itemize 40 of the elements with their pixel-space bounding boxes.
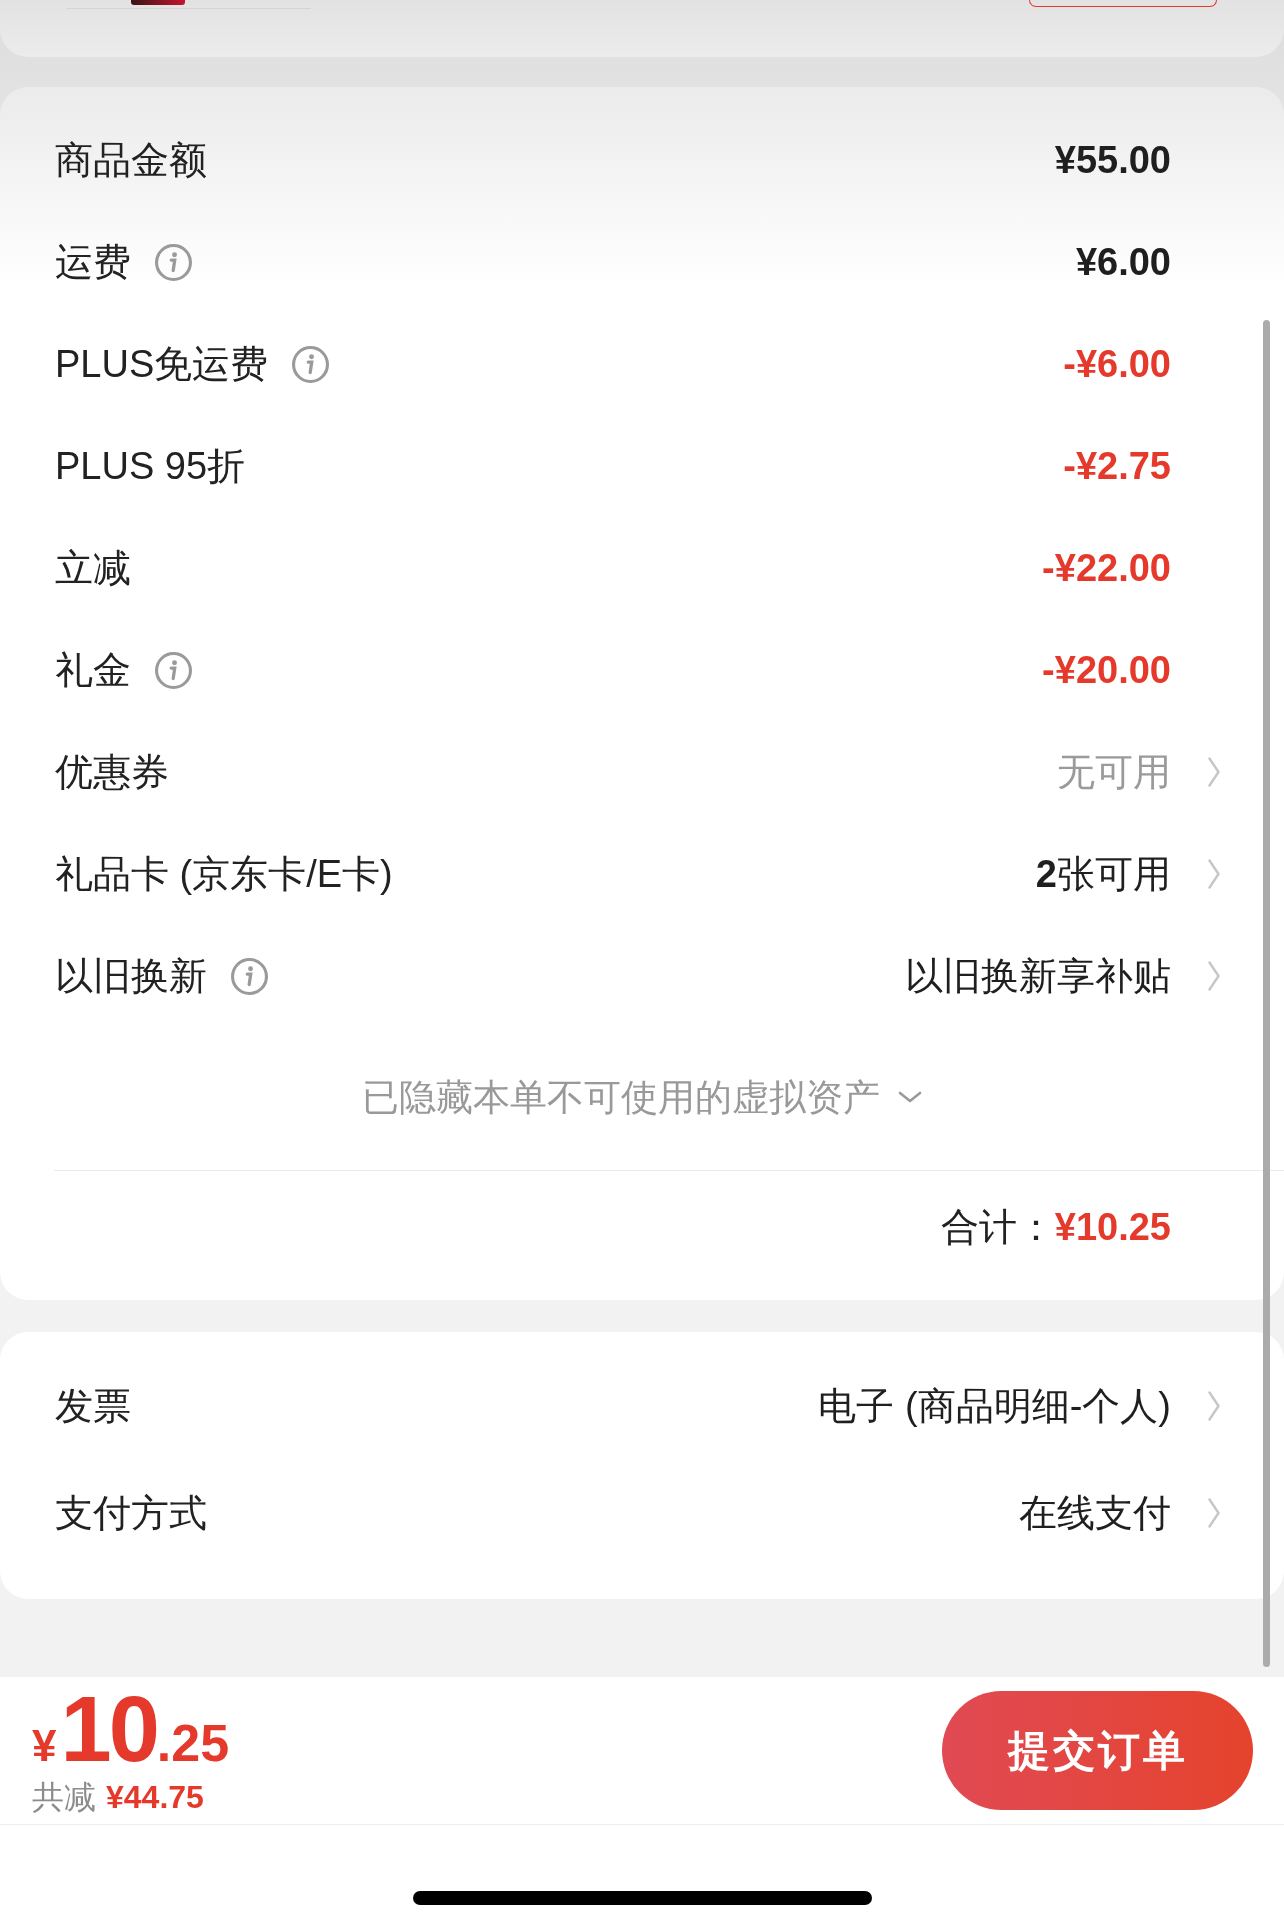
row-value: 电子 (商品明细-个人) [818, 1386, 1171, 1425]
total-amount: ¥10.25 [1054, 1207, 1171, 1246]
row-label: 商品金额 [55, 141, 207, 179]
row-label: 以旧换新 [55, 957, 207, 995]
info-icon[interactable] [231, 957, 268, 995]
savings-amount: ¥44.75 [106, 1781, 204, 1813]
chevron-right-icon[interactable] [1208, 859, 1220, 889]
chevron-right-icon[interactable] [1208, 961, 1220, 991]
row-value: ¥6.00 [1075, 243, 1171, 281]
row-value: 在线支付 [1019, 1493, 1171, 1532]
row-value: 2张可用 [1035, 855, 1171, 893]
row-label: 运费 [55, 243, 131, 281]
savings-label: 共减 [32, 1781, 96, 1813]
submit-order-button[interactable]: 提交订单 [942, 1691, 1253, 1810]
row-value: ¥55.00 [1054, 141, 1171, 179]
row-label: 立减 [55, 549, 131, 587]
total-price: ¥10.25 [32, 1683, 230, 1775]
row-value: -¥20.00 [1042, 651, 1171, 689]
hidden-assets-toggle[interactable]: 已隐藏本单不可使用的虚拟资产 [362, 1078, 922, 1116]
row-value: -¥2.75 [1063, 447, 1171, 485]
total-label: 合计： [940, 1207, 1055, 1246]
info-icon[interactable] [292, 345, 330, 383]
chevron-down-icon[interactable] [898, 1091, 922, 1103]
row-value: 无可用 [1057, 753, 1171, 791]
info-icon[interactable] [155, 243, 192, 281]
row-label: PLUS 95折 [55, 447, 246, 485]
info-icon[interactable] [155, 651, 192, 689]
row-value: -¥6.00 [1063, 345, 1171, 383]
row-value: -¥22.00 [1042, 549, 1171, 587]
row-label: 优惠券 [55, 753, 169, 791]
chevron-right-icon[interactable] [1208, 1497, 1220, 1528]
row-label: PLUS免运费 [55, 345, 269, 383]
chevron-right-icon[interactable] [1208, 1390, 1220, 1421]
row-label: 礼金 [55, 651, 131, 689]
row-value: 以旧换新享补贴 [905, 957, 1171, 995]
row-label: 支付方式 [55, 1493, 207, 1532]
row-label: 发票 [55, 1386, 131, 1425]
chevron-right-icon[interactable] [1208, 757, 1220, 787]
product-photo [131, 0, 185, 5]
row-label: 礼品卡 (京东卡/E卡) [55, 855, 393, 893]
